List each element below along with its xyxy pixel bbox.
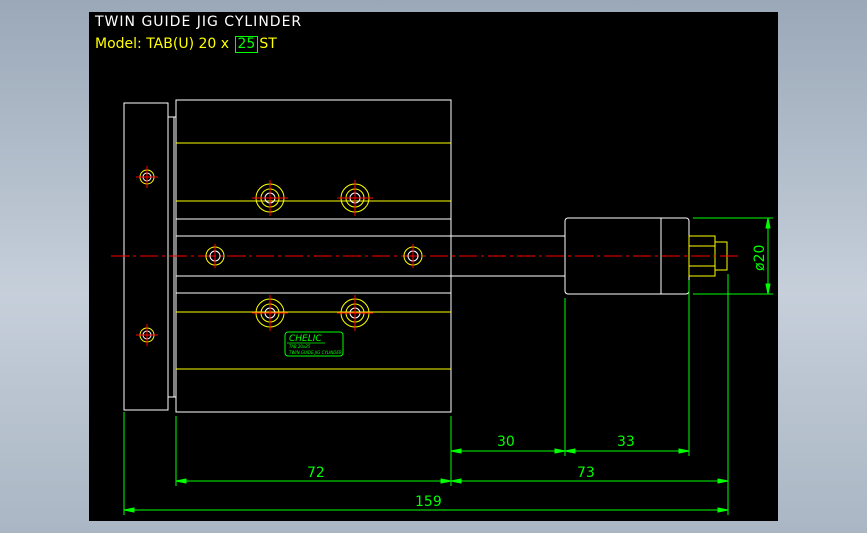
- dim-72: 72: [307, 465, 325, 481]
- cad-viewport[interactable]: TWIN GUIDE JIG CYLINDER Model: TAB(U) 20…: [89, 12, 778, 521]
- body-hole-upper-left: [252, 180, 288, 216]
- body-hole-upper-right: [337, 180, 373, 216]
- dim-73: 73: [577, 465, 595, 481]
- nameplate: CHELIC TAB 20x25 TWIN GUIDE JIG CYLINDER: [284, 331, 344, 357]
- dimension-lines: [123, 217, 771, 513]
- plate-hole-bottom: [136, 324, 158, 346]
- dim-diameter: ø20: [752, 245, 768, 271]
- nameplate-brand: CHELIC: [289, 334, 322, 344]
- nameplate-line2: TWIN GUIDE JIG CYLINDER: [289, 350, 342, 355]
- body-hole-lower-right: [337, 295, 373, 331]
- body-hole-lower-left: [252, 295, 288, 331]
- dim-159: 159: [415, 494, 442, 510]
- dim-33: 33: [617, 434, 635, 450]
- cylinder-drawing: CHELIC TAB 20x25 TWIN GUIDE JIG CYLINDER: [111, 99, 773, 515]
- nameplate-line1: TAB 20x25: [289, 344, 311, 349]
- plate-hole-top: [136, 166, 158, 188]
- dim-30: 30: [497, 434, 515, 450]
